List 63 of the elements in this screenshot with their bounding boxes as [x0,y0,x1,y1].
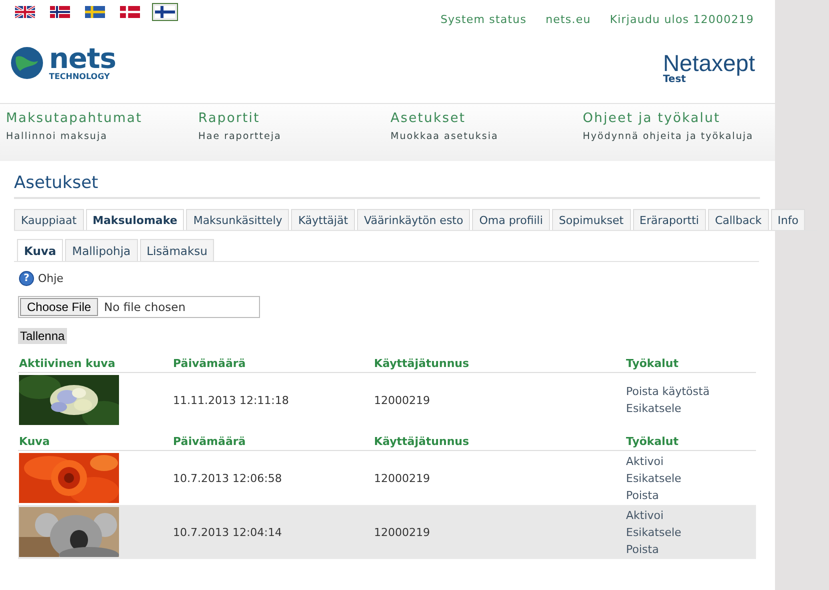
action-link[interactable]: Esikatsele [626,526,756,538]
table-cell: 12000219 [374,526,430,538]
action-link[interactable]: Aktivoi [626,508,756,522]
table-cell: 10.7.2013 12:06:58 [173,472,282,484]
column-header: Käyttäjätunnus [374,435,470,448]
help-icon[interactable]: ? [19,271,34,286]
flag-icon[interactable] [82,3,108,21]
file-input-value: No file chosen [104,300,186,314]
flag-icon[interactable] [12,3,38,21]
nav-link[interactable]: Asetukset [390,111,583,126]
tab[interactable]: Lisämaksu [140,239,214,261]
column-header: Päivämäärä [173,357,247,370]
tab[interactable]: Callback [708,209,769,230]
header-link[interactable]: Kirjaudu ulos 12000219 [610,13,754,43]
tab[interactable]: Väärinkäytön esto [357,209,470,230]
table-cell: 11.11.2013 12:11:18 [173,394,289,406]
action-link[interactable]: Esikatsele [626,472,756,484]
product-name: Netaxept [662,52,755,75]
column-header: Työkalut [626,435,680,448]
action-link[interactable]: Poista käytöstä [626,385,756,398]
table-cell: 12000219 [374,394,430,406]
action-link[interactable]: Aktivoi [626,454,756,468]
column-header: Päivämäärä [173,435,247,448]
column-header: Käyttäjätunnus [374,357,470,370]
action-link[interactable]: Poista [626,542,756,556]
tab[interactable]: Kauppiaat [14,209,84,230]
nav-subtitle: Hallinnoi maksuja [6,131,108,142]
column-header: Aktiivinen kuva [18,357,116,370]
table-cell: 12000219 [374,472,430,484]
flag-icon[interactable] [47,3,73,21]
file-input[interactable]: Choose File No file chosen [18,296,260,318]
page-title: Asetukset [14,173,760,199]
tab[interactable]: Maksulomake [86,209,184,230]
nav-link[interactable]: Ohjeet ja työkalut [582,111,775,126]
tab[interactable]: Käyttäjät [291,209,356,230]
nav-link[interactable]: Raportit [198,111,390,126]
save-button[interactable]: Tallenna [18,328,67,344]
help-link[interactable]: Ohje [38,272,64,285]
nav-subtitle: Muokkaa asetuksia [390,131,500,142]
logo-subtitle: TECHNOLOGY [49,73,111,81]
column-header: Kuva [18,435,51,448]
flag-icon[interactable] [152,3,178,21]
header-link[interactable]: System status [440,13,527,43]
tab[interactable]: Oma profiili [472,209,550,230]
tab[interactable]: Mallipohja [65,239,138,261]
action-link[interactable]: Poista [626,488,756,502]
flag-icon[interactable] [117,3,143,21]
tab[interactable]: Eräraportti [632,209,706,230]
logo-wordmark: nets [49,45,116,73]
action-link[interactable]: Esikatsele [626,402,756,415]
logo-icon [10,45,44,81]
table-cell: 10.7.2013 12:04:14 [173,526,282,538]
tab[interactable]: Kuva [17,239,64,261]
tab[interactable]: Maksunkäsittely [186,209,290,230]
choose-file-button[interactable]: Choose File [20,298,98,316]
header-link[interactable]: nets.eu [546,13,591,43]
nav-subtitle: Hyödynnä ohjeita ja työkaluja [582,131,754,142]
column-header: Työkalut [626,357,680,370]
tab[interactable]: Sopimukset [552,209,631,230]
tab[interactable]: Info [770,209,806,230]
nav-link[interactable]: Maksutapahtumat [6,111,198,126]
environment-label: Test [662,75,686,85]
nav-subtitle: Hae raportteja [198,131,282,142]
